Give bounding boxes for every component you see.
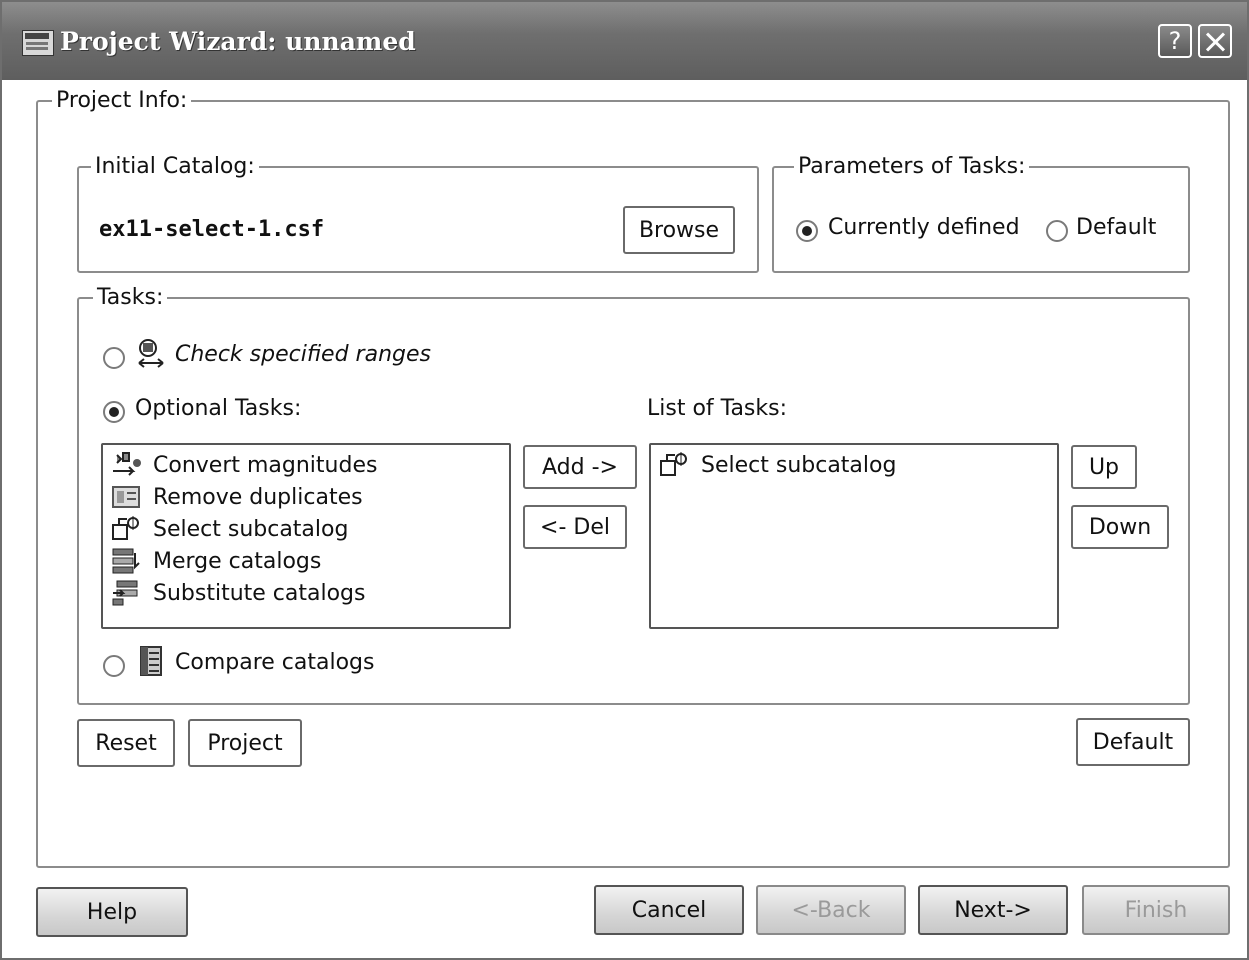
currently-defined-radio[interactable] [796,220,818,242]
compare-catalogs-icon [137,645,165,677]
cancel-button[interactable]: Cancel [594,885,744,935]
help-title-button[interactable]: ? [1158,24,1192,58]
list-item-select-subcatalog[interactable]: Select subcatalog [657,449,896,481]
list-item-select-subcatalog[interactable]: Select subcatalog [109,513,348,545]
tasks-legend: Tasks: [93,284,168,312]
up-button[interactable]: Up [1071,445,1137,489]
default-button[interactable]: Default [1076,718,1190,766]
list-item-label: Merge catalogs [153,548,322,574]
currently-defined-label[interactable]: Currently defined [828,214,1020,242]
optional-tasks-radio[interactable] [103,401,125,423]
app-icon [22,30,54,56]
initial-catalog-group: Initial Catalog: ex11-select-1.csf Brows… [77,153,759,273]
project-info-legend: Project Info: [52,87,192,115]
list-of-tasks-list[interactable]: Select subcatalog [649,443,1059,629]
initial-catalog-legend: Initial Catalog: [91,153,259,181]
list-item-label: Convert magnitudes [153,452,378,478]
check-ranges-radio[interactable] [103,347,125,369]
help-button[interactable]: Help [36,887,188,937]
remove-duplicates-icon [109,483,145,511]
list-item-label: Remove duplicates [153,484,363,510]
back-button[interactable]: <-Back [756,885,906,935]
list-of-tasks-label: List of Tasks: [647,396,788,421]
select-subcatalog-icon [109,515,145,543]
initial-catalog-file: ex11-select-1.csf [99,217,325,242]
project-button[interactable]: Project [188,719,302,767]
browse-button[interactable]: Browse [623,206,735,254]
check-ranges-icon [135,337,167,369]
del-task-button[interactable]: <- Del [523,505,627,549]
optional-tasks-list[interactable]: Convert magnitudes Remove duplicates Sel… [101,443,511,629]
substitute-catalogs-icon [109,579,145,607]
merge-catalogs-icon [109,547,145,575]
parameters-group: Parameters of Tasks: Currently defined D… [772,153,1190,273]
select-subcatalog-icon [657,451,693,479]
title-bar[interactable]: Project Wizard: unnamed ? [2,2,1247,80]
list-item-label: Substitute catalogs [153,580,366,606]
parameters-legend: Parameters of Tasks: [794,153,1030,181]
down-button[interactable]: Down [1071,505,1169,549]
default-params-label[interactable]: Default [1076,214,1156,242]
finish-button[interactable]: Finish [1082,885,1230,935]
list-item-merge-catalogs[interactable]: Merge catalogs [109,545,321,577]
window-title: Project Wizard: unnamed [60,27,416,56]
optional-tasks-label[interactable]: Optional Tasks: [135,395,301,423]
default-params-radio[interactable] [1046,220,1068,242]
check-ranges-label[interactable]: Check specified ranges [175,341,431,369]
list-item-remove-duplicates[interactable]: Remove duplicates [109,481,363,513]
next-button[interactable]: Next-> [918,885,1068,935]
list-item-substitute-catalogs[interactable]: Substitute catalogs [109,577,365,609]
close-icon[interactable] [1198,24,1232,58]
list-item-label: Select subcatalog [701,452,897,478]
compare-catalogs-label[interactable]: Compare catalogs [175,649,374,677]
convert-magnitudes-icon [109,451,145,479]
add-task-button[interactable]: Add -> [523,445,637,489]
project-wizard-window: Project Wizard: unnamed ? Project Info: … [0,0,1249,960]
list-item-convert-magnitudes[interactable]: Convert magnitudes [109,449,377,481]
tasks-group: Tasks: Check specified ranges Optional T… [77,284,1190,705]
compare-catalogs-radio[interactable] [103,655,125,677]
reset-button[interactable]: Reset [77,719,175,767]
list-item-label: Select subcatalog [153,516,349,542]
